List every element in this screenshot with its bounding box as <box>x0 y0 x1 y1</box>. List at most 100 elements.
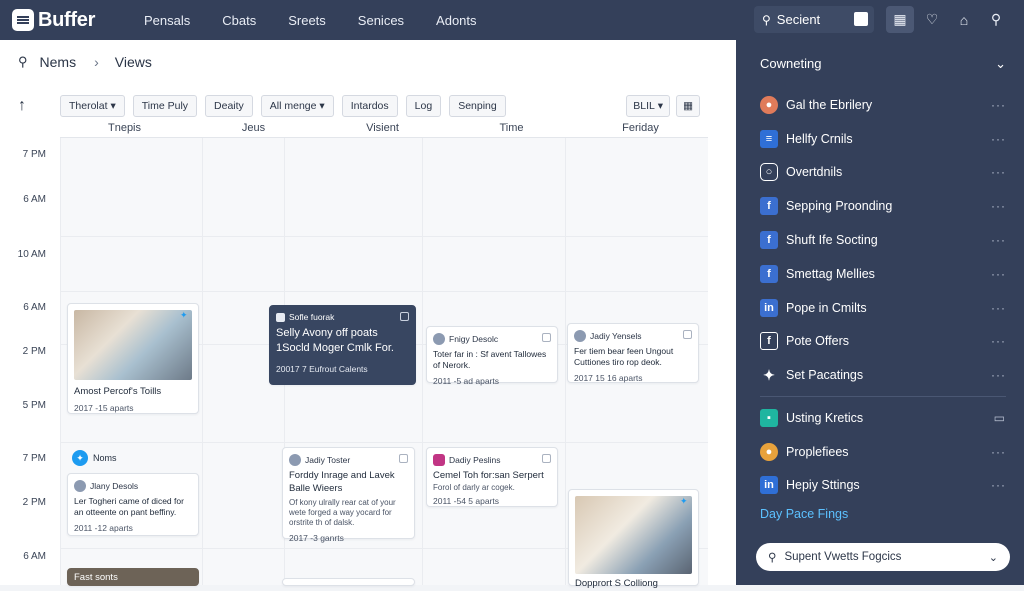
sidebar-item[interactable]: ≡ Hellfy Crnils ··· <box>760 122 1006 156</box>
top-search[interactable]: ⚲ Secient <box>754 6 874 33</box>
post-title: Forddy Inrage and Lavek Balle Wieers <box>289 470 395 494</box>
breadcrumb-second[interactable]: Views <box>115 54 152 70</box>
sidebar-link[interactable]: Day Pace Fings <box>760 507 848 521</box>
clipboard-icon[interactable]: ▭ <box>994 411 1006 425</box>
filter-chip-therolat[interactable]: Therolat ▾ <box>60 95 125 117</box>
sidebar-item[interactable]: f Pote Offers ··· <box>760 325 1006 359</box>
checkbox[interactable] <box>399 454 408 463</box>
more-icon[interactable]: ··· <box>991 445 1006 459</box>
post-card-selected[interactable]: Sofle fuorak Selly Avony off poats 1Socl… <box>269 305 416 385</box>
calendar-icon[interactable]: ▦ <box>886 6 914 33</box>
heart-icon[interactable]: ♡ <box>918 6 946 33</box>
filter-chip-all-menge[interactable]: All menge ▾ <box>260 95 334 117</box>
chevron-down-icon[interactable]: ⌄ <box>995 56 1006 72</box>
pin-icon[interactable]: ⚲ <box>982 6 1010 33</box>
twitter-icon: ✦ <box>680 496 688 506</box>
sidebar-item[interactable]: f Shuft Ife Socting ··· <box>760 223 1006 257</box>
day-headers: Tnepis Jeus Visient Time Feriday <box>60 122 706 134</box>
sidebar-item[interactable]: ▪ Usting Kretics ▭ <box>760 401 1006 435</box>
more-icon[interactable]: ··· <box>991 233 1006 247</box>
post-title: Selly Avony off poats 1Socld Moger Cmlk … <box>276 327 394 354</box>
sidebar-item[interactable]: f Smettag Mellies ··· <box>760 257 1006 291</box>
post-body: Of kony ulrally rear cat of your wete fo… <box>289 497 396 528</box>
checkbox[interactable] <box>683 330 692 339</box>
time-label: 2 PM <box>22 346 46 357</box>
avatar <box>574 330 586 342</box>
post-meta: 20017 7 Eufrout Calents <box>276 363 368 374</box>
time-label: 10 AM <box>17 249 46 260</box>
top-right-controls: ⚲ Secient ▦ ♡ ⌂ ⚲ <box>754 6 1010 33</box>
nav-item-adonts[interactable]: Adonts <box>436 13 476 28</box>
post-card[interactable]: Jadiy Toster Forddy Inrage and Lavek Bal… <box>282 447 415 543</box>
post-card[interactable]: Jadiy Yensels Fer tiem bear feen Ungout … <box>567 323 699 383</box>
chevron-right-icon: › <box>94 54 99 70</box>
post-card[interactable]: Jlany Desols Ler Togheri came of diced f… <box>67 473 199 536</box>
page-icon <box>276 312 285 322</box>
twitter-icon: ✦ <box>180 310 188 320</box>
post-card[interactable]: ✦ Dopprort S Colliong <box>568 489 699 589</box>
twitter-icon: ✦ <box>763 366 775 383</box>
time-label: 6 AM <box>23 551 46 562</box>
calendar-panel: ⚲ Nems › Views ↑ Therolat ▾ Time Puly De… <box>0 40 736 589</box>
logo[interactable]: Buffer <box>12 9 122 32</box>
more-icon[interactable]: ··· <box>991 165 1006 179</box>
breadcrumb-first[interactable]: Nems <box>40 54 77 70</box>
post-meta: 2011 -12 aparts <box>74 522 133 533</box>
post-title: Cemel Toh for:san Serpert <box>433 470 544 481</box>
facebook-icon: f <box>760 264 778 283</box>
nav-item-senices[interactable]: Senices <box>358 13 404 28</box>
more-icon[interactable]: ··· <box>991 301 1006 315</box>
sidebar-item[interactable]: ● Proplefiees ··· <box>760 435 1006 469</box>
instagram-icon <box>433 454 445 466</box>
post-card[interactable]: Dadiy Peslins Cemel Toh for:san Serpert … <box>426 447 558 507</box>
search-icon[interactable]: ⚲ <box>18 54 28 70</box>
sidebar-item[interactable]: ● Gal the Ebrilery ··· <box>760 88 1006 122</box>
more-icon[interactable]: ··· <box>991 199 1006 213</box>
view-select[interactable]: BLIL ▾ <box>626 95 671 117</box>
sidebar-item[interactable]: in Hepiy Sttings ··· <box>760 469 1006 503</box>
day-header: Jeus <box>241 122 266 134</box>
chevron-down-icon[interactable]: ⌄ <box>989 551 998 564</box>
arrow-up-icon[interactable]: ↑ <box>18 97 42 115</box>
sidebar-item[interactable]: in Pope in Cmilts ··· <box>760 291 1006 325</box>
post-header: Fnigy Desolc <box>433 333 551 345</box>
filter-chip-senping[interactable]: Senping <box>449 95 506 117</box>
more-icon[interactable]: ··· <box>991 98 1006 112</box>
sidebar-search[interactable]: ⚲ Supent Vwetts Fogcics ⌄ <box>756 543 1010 571</box>
more-icon[interactable]: ··· <box>991 478 1006 492</box>
view-controls: BLIL ▾ ▦ <box>626 95 706 117</box>
sidebar-item[interactable]: ○ Overtdnils ··· <box>760 156 1006 190</box>
top-bar: Buffer Pensals Cbats Sreets Senices Adon… <box>0 0 1024 40</box>
sidebar-channel-list: ● Gal the Ebrilery ··· ≡ Hellfy Crnils ··· ○… <box>760 88 1006 392</box>
sidebar-header[interactable]: Cowneting ⌄ <box>760 56 1006 72</box>
filter-chip-deaity[interactable]: Deaity <box>205 95 253 117</box>
time-label: 5 PM <box>22 400 46 411</box>
checkbox[interactable] <box>542 333 551 342</box>
more-icon[interactable]: ··· <box>991 132 1006 146</box>
checkbox[interactable] <box>542 454 551 463</box>
avatar <box>289 454 301 466</box>
more-icon[interactable]: ··· <box>991 334 1006 348</box>
post-meta: 2017 -15 aparts <box>74 402 134 413</box>
filter-chip-log[interactable]: Log <box>405 95 442 117</box>
nav-item-cbats[interactable]: Cbats <box>222 13 256 28</box>
right-sidebar: Cowneting ⌄ ● Gal the Ebrilery ··· ≡ Hellfy… <box>736 40 1024 585</box>
time-label: 6 AM <box>23 302 46 313</box>
home-icon[interactable] <box>854 12 868 26</box>
nav-item-pensals[interactable]: Pensals <box>144 13 190 28</box>
checkbox[interactable] <box>400 312 409 321</box>
facebook-icon: f <box>760 197 778 216</box>
house-icon[interactable]: ⌂ <box>950 6 978 33</box>
post-card[interactable]: Fnigy Desolc Toter far in : Sf avent Tal… <box>426 326 558 386</box>
filter-chip-time-puly[interactable]: Time Puly <box>132 95 198 117</box>
sidebar-item[interactable]: ✦ Set Pacatings ··· <box>760 358 1006 392</box>
post-card[interactable]: ✦ Amost Percof's Toills 2017 -15 aparts <box>67 303 199 414</box>
post-header: Sofle fuorak <box>276 312 409 322</box>
more-icon[interactable]: ··· <box>991 368 1006 382</box>
more-icon[interactable]: ··· <box>991 267 1006 281</box>
sidebar-item[interactable]: f Sepping Proonding ··· <box>760 189 1006 223</box>
post-card[interactable]: Fast sonts <box>67 568 199 586</box>
filter-chip-intardos[interactable]: Intardos <box>341 95 398 117</box>
nav-item-sreets[interactable]: Sreets <box>288 13 326 28</box>
grid-view-icon[interactable]: ▦ <box>676 95 700 117</box>
